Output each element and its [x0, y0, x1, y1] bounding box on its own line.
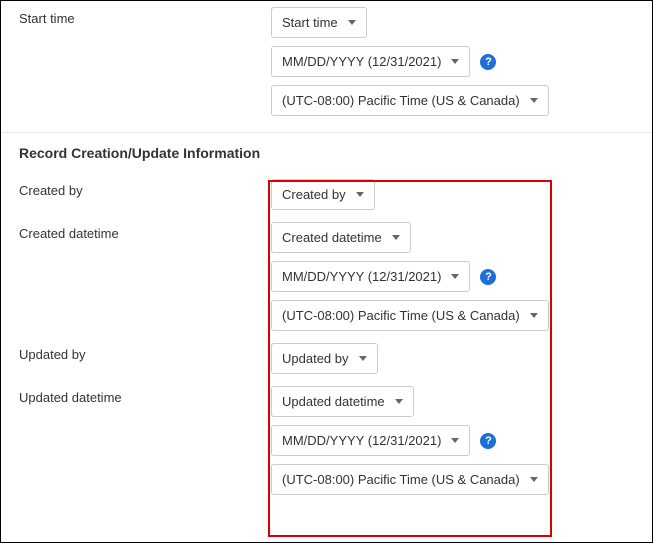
updated-datetime-controls: Updated datetime MM/DD/YYYY (12/31/2021)… — [271, 380, 652, 501]
updated-datetime-field-dropdown-text: Updated datetime — [282, 394, 385, 409]
updated-by-controls: Updated by — [271, 337, 652, 380]
updated-datetime-date-format-text: MM/DD/YYYY (12/31/2021) — [282, 433, 441, 448]
chevron-down-icon — [359, 356, 367, 361]
created-datetime-date-format-text: MM/DD/YYYY (12/31/2021) — [282, 269, 441, 284]
chevron-down-icon — [530, 98, 538, 103]
start-time-date-format-text: MM/DD/YYYY (12/31/2021) — [282, 54, 441, 69]
created-datetime-label: Created datetime — [1, 216, 271, 251]
updated-by-dropdown-text: Updated by — [282, 351, 349, 366]
chevron-down-icon — [530, 313, 538, 318]
created-by-dropdown[interactable]: Created by — [271, 179, 375, 210]
start-time-field-dropdown-text: Start time — [282, 15, 338, 30]
chevron-down-icon — [348, 20, 356, 25]
updated-by-label: Updated by — [1, 337, 271, 372]
start-time-row: Start time Start time MM/DD/YYYY (12/31/… — [1, 1, 652, 122]
help-icon[interactable]: ? — [480, 269, 496, 285]
updated-by-row: Updated by Updated by — [1, 337, 652, 380]
created-by-controls: Created by — [271, 173, 652, 216]
start-time-controls: Start time MM/DD/YYYY (12/31/2021) ? (UT… — [271, 1, 652, 122]
created-by-label: Created by — [1, 173, 271, 208]
help-icon[interactable]: ? — [480, 54, 496, 70]
start-time-timezone-text: (UTC-08:00) Pacific Time (US & Canada) — [282, 93, 520, 108]
updated-datetime-label: Updated datetime — [1, 380, 271, 415]
start-time-timezone-dropdown[interactable]: (UTC-08:00) Pacific Time (US & Canada) — [271, 85, 549, 116]
chevron-down-icon — [451, 274, 459, 279]
chevron-down-icon — [356, 192, 364, 197]
start-time-date-format-dropdown[interactable]: MM/DD/YYYY (12/31/2021) — [271, 46, 470, 77]
chevron-down-icon — [392, 235, 400, 240]
created-datetime-controls: Created datetime MM/DD/YYYY (12/31/2021)… — [271, 216, 652, 337]
updated-datetime-timezone-text: (UTC-08:00) Pacific Time (US & Canada) — [282, 472, 520, 487]
created-datetime-date-format-dropdown[interactable]: MM/DD/YYYY (12/31/2021) — [271, 261, 470, 292]
updated-datetime-row: Updated datetime Updated datetime MM/DD/… — [1, 380, 652, 501]
created-datetime-timezone-dropdown[interactable]: (UTC-08:00) Pacific Time (US & Canada) — [271, 300, 549, 331]
start-time-field-dropdown[interactable]: Start time — [271, 7, 367, 38]
start-time-label: Start time — [1, 1, 271, 36]
created-by-row: Created by Created by — [1, 173, 652, 216]
created-datetime-row: Created datetime Created datetime MM/DD/… — [1, 216, 652, 337]
created-datetime-field-dropdown[interactable]: Created datetime — [271, 222, 411, 253]
created-datetime-field-dropdown-text: Created datetime — [282, 230, 382, 245]
created-by-dropdown-text: Created by — [282, 187, 346, 202]
help-icon[interactable]: ? — [480, 433, 496, 449]
section-header: Record Creation/Update Information — [1, 133, 652, 173]
chevron-down-icon — [395, 399, 403, 404]
updated-datetime-date-format-dropdown[interactable]: MM/DD/YYYY (12/31/2021) — [271, 425, 470, 456]
updated-datetime-timezone-dropdown[interactable]: (UTC-08:00) Pacific Time (US & Canada) — [271, 464, 549, 495]
chevron-down-icon — [530, 477, 538, 482]
updated-datetime-field-dropdown[interactable]: Updated datetime — [271, 386, 414, 417]
chevron-down-icon — [451, 438, 459, 443]
updated-by-dropdown[interactable]: Updated by — [271, 343, 378, 374]
created-datetime-timezone-text: (UTC-08:00) Pacific Time (US & Canada) — [282, 308, 520, 323]
chevron-down-icon — [451, 59, 459, 64]
